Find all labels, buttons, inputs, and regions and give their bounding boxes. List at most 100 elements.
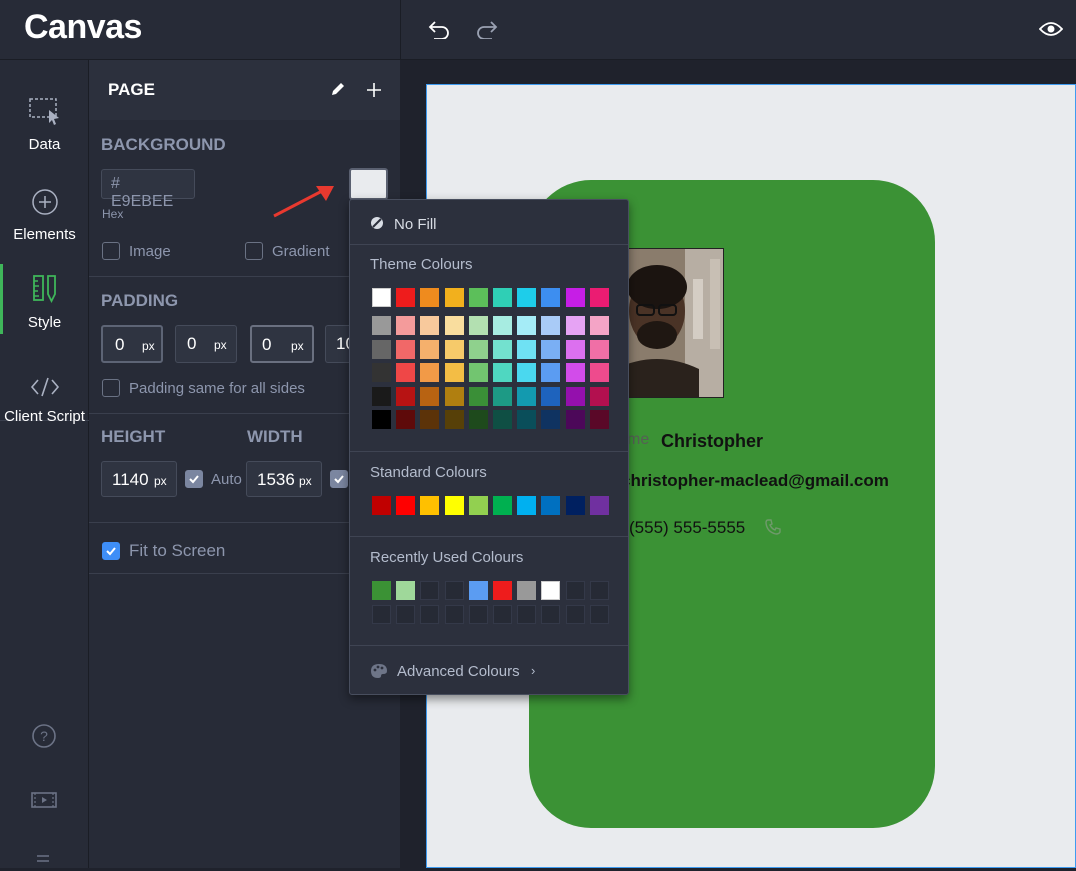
edit-pencil-icon[interactable] [330,81,346,102]
recent-colour-swatch[interactable] [589,581,609,600]
add-plus-icon[interactable] [365,81,383,104]
undo-icon[interactable] [426,16,452,42]
theme-colour-swatch[interactable] [420,288,440,307]
no-fill-option[interactable]: No Fill [350,200,628,244]
standard-colour-swatch[interactable] [493,496,512,515]
recent-colour-empty-slot[interactable] [565,605,585,624]
theme-shade-swatch[interactable] [517,363,537,382]
theme-shade-swatch[interactable] [541,316,561,335]
theme-shade-swatch[interactable] [517,339,537,359]
help-icon[interactable]: ? [31,723,57,754]
theme-shade-swatch[interactable] [541,410,561,429]
recent-colour-swatch[interactable] [493,581,512,600]
standard-colour-swatch[interactable] [517,496,537,515]
recent-colour-empty-slot[interactable] [468,605,488,624]
theme-shade-swatch[interactable] [372,386,391,406]
theme-shade-swatch[interactable] [517,316,537,335]
standard-colour-swatch[interactable] [589,496,609,515]
recent-colour-empty-slot[interactable] [396,605,416,624]
theme-shade-swatch[interactable] [420,410,440,429]
height-input[interactable]: 1140 px [101,461,177,497]
padding-right-input[interactable]: 0 px [175,325,237,363]
rail-item-elements[interactable]: Elements [0,188,89,243]
theme-shade-swatch[interactable] [468,316,488,335]
theme-shade-swatch[interactable] [541,386,561,406]
height-auto-checkbox[interactable] [185,470,203,488]
theme-shade-swatch[interactable] [565,316,585,335]
theme-colour-swatch[interactable] [468,288,488,307]
theme-shade-swatch[interactable] [396,316,416,335]
theme-shade-swatch[interactable] [372,339,391,359]
image-checkbox[interactable] [102,242,120,260]
theme-shade-swatch[interactable] [468,410,488,429]
recent-colour-empty-slot[interactable] [517,605,537,624]
standard-colour-swatch[interactable] [372,496,391,515]
hex-input[interactable]: # E9EBEE [101,169,195,210]
theme-shade-swatch[interactable] [541,363,561,382]
recent-colour-empty-slot[interactable] [541,605,561,624]
theme-shade-swatch[interactable] [396,339,416,359]
theme-shade-swatch[interactable] [444,339,464,359]
theme-shade-swatch[interactable] [565,363,585,382]
recent-colour-empty-slot[interactable] [372,605,391,624]
theme-shade-swatch[interactable] [444,363,464,382]
theme-shade-swatch[interactable] [396,386,416,406]
video-icon[interactable] [30,790,58,815]
gradient-checkbox[interactable] [245,242,263,260]
profile-photo[interactable] [614,248,724,398]
standard-colour-swatch[interactable] [565,496,585,515]
theme-shade-swatch[interactable] [396,410,416,429]
theme-shade-swatch[interactable] [372,316,391,335]
recent-colour-swatch[interactable] [372,581,391,600]
recent-colour-empty-slot[interactable] [589,605,609,624]
theme-shade-swatch[interactable] [396,363,416,382]
recent-colour-empty-slot[interactable] [420,605,440,624]
theme-shade-swatch[interactable] [589,339,609,359]
theme-shade-swatch[interactable] [420,363,440,382]
background-color-swatch[interactable] [349,168,388,200]
theme-colour-swatch[interactable] [372,288,391,307]
theme-shade-swatch[interactable] [444,386,464,406]
recent-colour-swatch[interactable] [468,581,488,600]
theme-shade-swatch[interactable] [468,386,488,406]
theme-colour-swatch[interactable] [517,288,537,307]
theme-shade-swatch[interactable] [541,339,561,359]
theme-colour-swatch[interactable] [541,288,561,307]
fit-to-screen-checkbox[interactable] [102,542,120,560]
redo-icon[interactable] [474,16,500,42]
theme-shade-swatch[interactable] [493,386,512,406]
theme-shade-swatch[interactable] [589,386,609,406]
theme-shade-swatch[interactable] [420,386,440,406]
theme-shade-swatch[interactable] [444,410,464,429]
theme-shade-swatch[interactable] [493,316,512,335]
theme-colour-swatch[interactable] [444,288,464,307]
standard-colour-swatch[interactable] [420,496,440,515]
padding-bottom-input[interactable]: 0 px [250,325,314,363]
standard-colour-swatch[interactable] [541,496,561,515]
theme-shade-swatch[interactable] [372,410,391,429]
recent-colour-swatch[interactable] [396,581,416,600]
menu-icon[interactable] [36,852,50,871]
rail-item-style[interactable]: Style [0,264,89,334]
theme-shade-swatch[interactable] [420,339,440,359]
theme-shade-swatch[interactable] [565,410,585,429]
theme-shade-swatch[interactable] [517,386,537,406]
theme-shade-swatch[interactable] [420,316,440,335]
preview-eye-icon[interactable] [1038,16,1064,42]
standard-colour-swatch[interactable] [444,496,464,515]
width-input[interactable]: 1536 px [246,461,322,497]
theme-colour-swatch[interactable] [396,288,416,307]
theme-shade-swatch[interactable] [589,316,609,335]
padding-top-input[interactable]: 0 px [101,325,163,363]
width-auto-checkbox[interactable] [330,470,348,488]
theme-shade-swatch[interactable] [468,363,488,382]
theme-shade-swatch[interactable] [589,410,609,429]
theme-shade-swatch[interactable] [517,410,537,429]
standard-colour-swatch[interactable] [396,496,416,515]
recent-colour-empty-slot[interactable] [444,605,464,624]
theme-colour-swatch[interactable] [565,288,585,307]
theme-colour-swatch[interactable] [493,288,512,307]
theme-shade-swatch[interactable] [493,339,512,359]
theme-colour-swatch[interactable] [589,288,609,307]
theme-shade-swatch[interactable] [468,339,488,359]
